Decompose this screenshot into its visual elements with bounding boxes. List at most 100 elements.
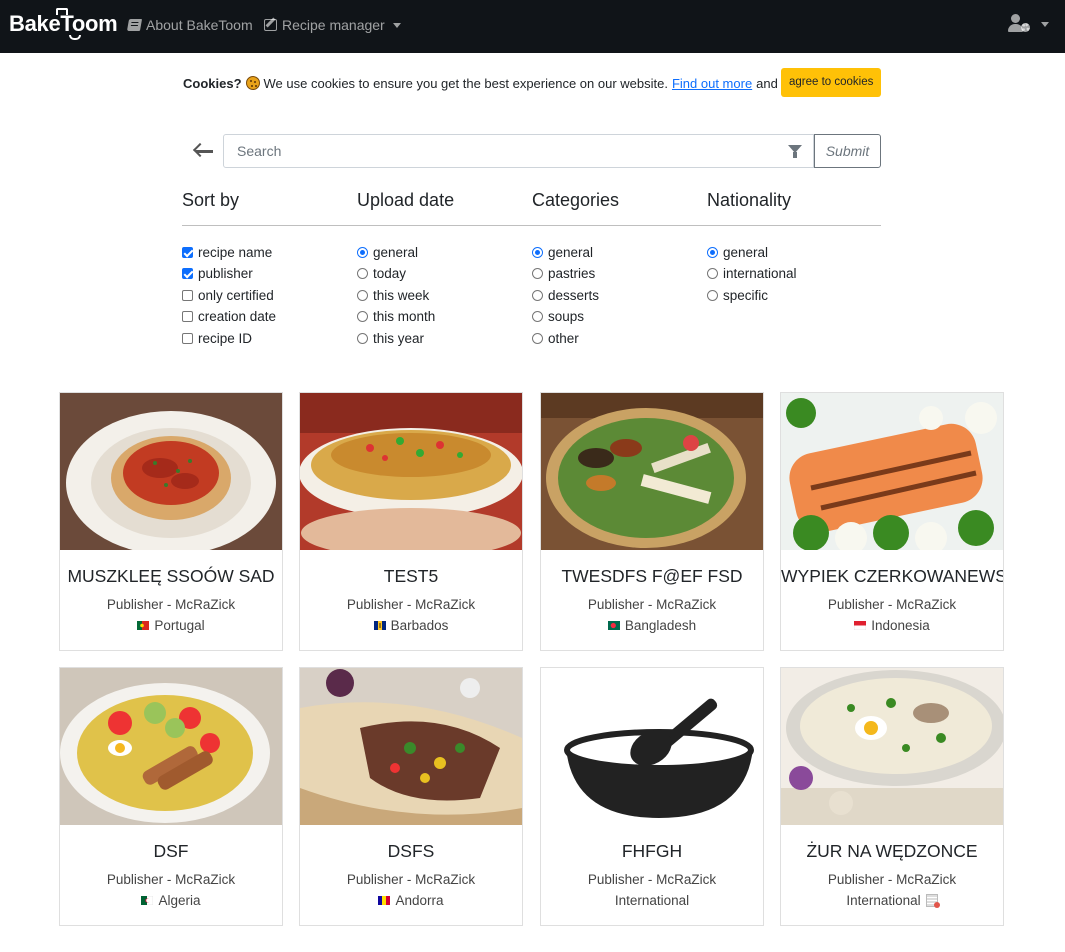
chevron-down-icon	[392, 22, 401, 28]
recipe-title[interactable]: ŻUR NA WĘDZONCE	[781, 841, 1003, 862]
recipe-nationality: Indonesia	[781, 618, 1003, 633]
cookie-message: We use cookies to ensure you get the bes…	[263, 75, 668, 91]
option-label: international	[723, 265, 797, 281]
cookie-lead: Cookies?	[183, 75, 242, 91]
radio[interactable]	[357, 289, 368, 301]
indonesia-flag-icon	[854, 621, 867, 630]
salad-photo[interactable]	[60, 668, 282, 825]
recipe-title[interactable]: FHFGH	[541, 841, 763, 862]
edit-icon	[264, 19, 277, 31]
radio[interactable]	[357, 310, 368, 322]
nationality-option-specific[interactable]: specific	[707, 286, 768, 304]
radio[interactable]	[532, 289, 543, 301]
sort-option-recipe-id[interactable]: recipe ID	[182, 329, 252, 347]
recipe-publisher: Publisher - McRaZick	[827, 597, 957, 612]
recipe-nationality: International	[781, 893, 1003, 908]
nav-about-link[interactable]: About BakeToom	[126, 17, 253, 33]
sort-option-recipe-name[interactable]: recipe name	[182, 243, 272, 261]
cookie-and-text: and	[756, 75, 778, 91]
category-option-desserts[interactable]: desserts	[532, 286, 599, 304]
radio[interactable]	[707, 267, 718, 279]
platter-photo[interactable]	[541, 393, 763, 550]
option-label: general	[373, 244, 419, 260]
radio[interactable]	[357, 332, 368, 344]
checkbox[interactable]	[182, 332, 193, 344]
recipe-nationality: International	[541, 893, 763, 908]
submit-button[interactable]: Submit	[814, 134, 881, 168]
category-option-soups[interactable]: soups	[532, 307, 584, 325]
filter-icon[interactable]	[788, 145, 802, 158]
sort-option-only-certified[interactable]: only certified	[182, 286, 274, 304]
radio[interactable]	[532, 267, 543, 279]
checkbox[interactable]	[182, 289, 193, 301]
recipe-card[interactable]: WYPIEK CZERKOWANEWSKI Publisher - McRaZi…	[780, 392, 1004, 651]
sort-by-heading: Sort by	[182, 190, 240, 210]
recipe-card[interactable]: ŻUR NA WĘDZONCE Publisher - McRaZick Int…	[780, 667, 1004, 926]
wrap-photo[interactable]	[300, 668, 522, 825]
rice-dish-photo[interactable]	[300, 393, 522, 550]
checkbox[interactable]	[182, 267, 193, 279]
barbados-flag-icon	[373, 621, 386, 630]
recipe-card[interactable]: DSFS Publisher - McRaZick Andorra	[299, 667, 523, 926]
upload-option-this-week[interactable]: this week	[357, 286, 429, 304]
checkbox[interactable]	[182, 310, 193, 322]
category-option-other[interactable]: other	[532, 329, 579, 347]
recipe-card[interactable]: DSF Publisher - McRaZick Algeria	[59, 667, 283, 926]
back-arrow-icon[interactable]	[192, 142, 213, 160]
option-label: publisher	[198, 265, 253, 281]
radio[interactable]	[707, 246, 718, 258]
option-label: other	[548, 330, 579, 346]
nationality-option-international[interactable]: international	[707, 264, 797, 282]
upload-option-general[interactable]: general	[357, 243, 418, 261]
recipe-card[interactable]: TWESDFS F@EF FSD Publisher - McRaZick Ba…	[540, 392, 764, 651]
search-input[interactable]	[223, 134, 814, 168]
sort-option-publisher[interactable]: publisher	[182, 264, 253, 282]
sort-option-creation-date[interactable]: creation date	[182, 307, 276, 325]
radio[interactable]	[532, 332, 543, 344]
recipe-card[interactable]: TEST5 Publisher - McRaZick Barbados	[299, 392, 523, 651]
radio[interactable]	[532, 246, 543, 258]
filter-divider	[182, 225, 881, 226]
option-label: this month	[373, 308, 436, 324]
upload-option-this-year[interactable]: this year	[357, 329, 424, 347]
find-out-more-link[interactable]: Find out more	[672, 76, 752, 91]
upload-option-this-month[interactable]: this month	[357, 307, 435, 325]
upload-date-heading: Upload date	[357, 190, 455, 210]
nationality-label: International	[846, 893, 921, 908]
recipe-nationality: Bangladesh	[541, 618, 763, 633]
recipe-card[interactable]: MUSZKLEĘ SSOÓW SAD Publisher - McRaZick …	[59, 392, 283, 651]
nationality-label: Andorra	[395, 893, 444, 908]
spaghetti-photo[interactable]	[60, 393, 282, 550]
recipe-nationality: Algeria	[60, 893, 282, 908]
recipe-nationality: Andorra	[300, 893, 522, 908]
brand-logo[interactable]: BakeToom	[9, 8, 118, 40]
recipe-title[interactable]: WYPIEK CZERKOWANEWSKI	[781, 566, 1003, 587]
recipe-card[interactable]: FHFGH Publisher - McRaZick International	[540, 667, 764, 926]
recipe-title[interactable]: TWESDFS F@EF FSD	[541, 566, 763, 587]
category-option-general[interactable]: general	[532, 243, 593, 261]
radio[interactable]	[532, 310, 543, 322]
nationality-label: Portugal	[154, 618, 205, 633]
radio[interactable]	[707, 289, 718, 301]
soup-photo[interactable]	[781, 668, 1003, 825]
checkbox[interactable]	[182, 246, 193, 258]
bangladesh-flag-icon	[607, 621, 620, 630]
upload-option-today[interactable]: today	[357, 264, 406, 282]
option-label: pastries	[548, 265, 596, 281]
chevron-down-icon	[1041, 21, 1049, 27]
nationality-option-general[interactable]: general	[707, 243, 768, 261]
category-option-pastries[interactable]: pastries	[532, 264, 595, 282]
salmon-photo[interactable]	[781, 393, 1003, 550]
user-settings-dropdown[interactable]	[1008, 14, 1049, 34]
sort-by-column: Sort by	[182, 190, 357, 216]
radio[interactable]	[357, 267, 368, 279]
agree-cookies-button[interactable]: agree to cookies	[781, 68, 882, 97]
recipe-title[interactable]: TEST5	[300, 566, 522, 587]
radio[interactable]	[357, 246, 368, 258]
recipe-publisher: Publisher - McRaZick	[587, 872, 717, 887]
nav-recipe-manager-dropdown[interactable]: Recipe manager	[264, 17, 401, 33]
recipe-title[interactable]: DSF	[60, 841, 282, 862]
recipe-title[interactable]: DSFS	[300, 841, 522, 862]
recipe-title[interactable]: MUSZKLEĘ SSOÓW SAD	[60, 566, 282, 587]
bowl-spoon-icon[interactable]	[541, 668, 763, 825]
